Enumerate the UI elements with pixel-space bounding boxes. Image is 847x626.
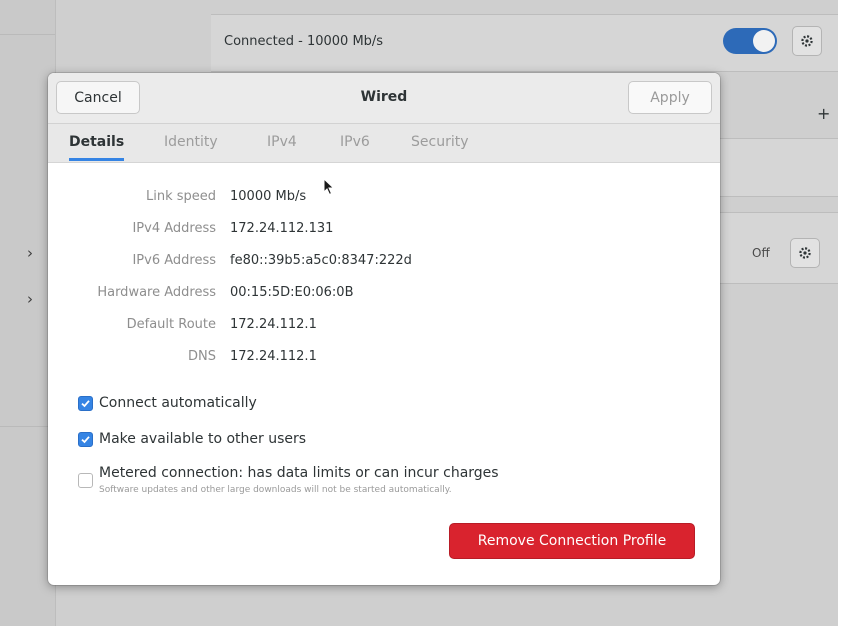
sidebar-divider	[0, 426, 55, 427]
link-speed-label: Link speed	[145, 189, 216, 204]
connect-automatically-checkbox[interactable]: Connect automatically	[78, 395, 257, 411]
add-connection-button[interactable]: +	[817, 104, 830, 123]
chevron-right-icon[interactable]: ›	[27, 290, 33, 308]
remove-connection-profile-button[interactable]: Remove Connection Profile	[449, 523, 695, 559]
connection-status-text: Connected - 10000 Mb/s	[224, 34, 384, 49]
connect-automatically-label: Connect automatically	[99, 395, 257, 411]
toggle-knob	[753, 30, 775, 52]
dialog-headerbar: Cancel Wired Apply	[48, 73, 720, 124]
vpn-status-text: Off	[752, 246, 770, 260]
unchecked-box-icon[interactable]	[78, 473, 93, 488]
pointer-cursor-icon	[323, 178, 335, 196]
tab-security[interactable]: Security	[411, 134, 469, 158]
ipv6-address-value: fe80::39b5:a5c0:8347:222d	[230, 253, 412, 268]
apply-button[interactable]: Apply	[628, 81, 712, 114]
wired-settings-dialog: Cancel Wired Apply Details Identity IPv4…	[48, 73, 720, 585]
hardware-address-value: 00:15:5D:E0:06:0B	[230, 285, 354, 300]
ipv6-address-label: IPv6 Address	[132, 253, 216, 268]
available-to-others-checkbox[interactable]: Make available to other users	[78, 431, 306, 447]
tab-identity[interactable]: Identity	[164, 134, 218, 158]
checkmark-icon[interactable]	[78, 395, 93, 411]
hardware-address-label: Hardware Address	[97, 285, 216, 300]
available-to-others-label: Make available to other users	[99, 431, 307, 447]
checkmark-icon[interactable]	[78, 431, 93, 447]
dialog-tabbar: Details Identity IPv4 IPv6 Security	[48, 124, 720, 163]
gear-icon	[799, 247, 811, 259]
ipv4-address-value: 172.24.112.131	[230, 221, 334, 236]
dialog-title: Wired	[360, 89, 408, 105]
dns-value: 172.24.112.1	[230, 349, 317, 364]
metered-connection-label: Metered connection: has data limits or c…	[99, 465, 499, 481]
default-route-value: 172.24.112.1	[230, 317, 317, 332]
metered-connection-description: Software updates and other large downloa…	[99, 485, 452, 495]
default-route-label: Default Route	[126, 317, 216, 332]
chevron-right-icon[interactable]: ›	[27, 244, 33, 262]
tab-details[interactable]: Details	[69, 134, 125, 161]
tab-ipv4[interactable]: IPv4	[267, 134, 297, 158]
tab-ipv6[interactable]: IPv6	[340, 134, 370, 158]
wired-settings-button[interactable]	[792, 26, 822, 56]
vpn-settings-button[interactable]	[790, 238, 820, 268]
sidebar-divider	[0, 34, 55, 35]
link-speed-value: 10000 Mb/s	[230, 189, 307, 204]
wired-toggle-switch[interactable]	[723, 28, 777, 54]
ipv4-address-label: IPv4 Address	[132, 221, 216, 236]
dns-label: DNS	[188, 349, 216, 364]
gear-icon	[801, 35, 813, 47]
